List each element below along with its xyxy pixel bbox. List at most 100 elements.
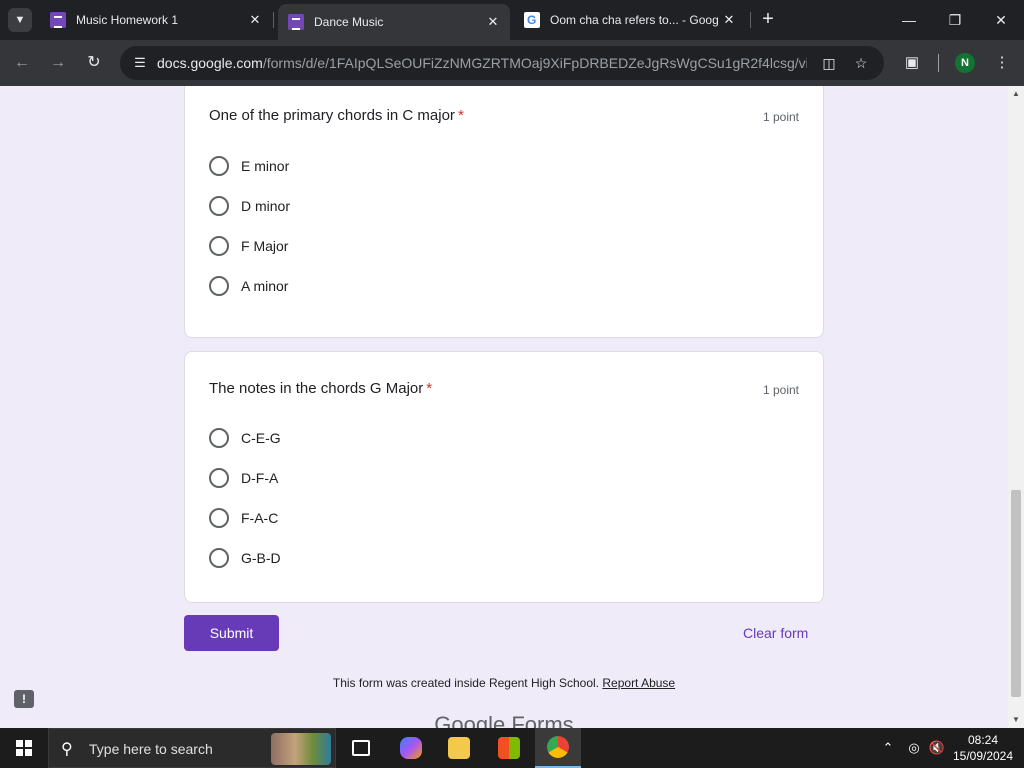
file-explorer-button[interactable] <box>436 728 482 768</box>
taskbar-search-box[interactable]: ⚲ Type here to search <box>48 728 336 768</box>
radio-button[interactable] <box>209 508 229 528</box>
scroll-down-arrow-icon[interactable]: ▼ <box>1008 712 1024 728</box>
required-asterisk: * <box>426 380 433 397</box>
extensions-puzzle-icon[interactable]: ▣ <box>901 52 923 74</box>
close-icon[interactable]: ✕ <box>484 14 502 30</box>
tab-music-homework[interactable]: Music Homework 1 ✕ <box>40 6 272 34</box>
tab-title: Oom cha cha refers to... - Goog <box>550 13 719 27</box>
radio-button[interactable] <box>209 276 229 296</box>
option-g-b-d[interactable]: G-B-D <box>209 546 281 570</box>
option-label: E minor <box>241 158 290 174</box>
question-text: The notes in the chords G Major <box>209 380 424 397</box>
windows-taskbar: ⚲ Type here to search ⌃ ◎ 🔇 08:24 15/09/… <box>0 728 1024 768</box>
start-button[interactable] <box>0 728 48 768</box>
option-label: G-B-D <box>241 550 281 566</box>
option-d-f-a[interactable]: D-F-A <box>209 466 278 490</box>
minimize-icon[interactable]: — <box>886 0 932 40</box>
option-label: F Major <box>241 238 289 254</box>
bookmark-star-icon[interactable]: ☆ <box>850 53 872 73</box>
google-forms-logo: Google Forms <box>434 712 574 728</box>
forward-arrow-icon[interactable]: → <box>46 51 70 75</box>
system-clock[interactable]: 08:24 15/09/2024 <box>948 732 1018 764</box>
window-close-icon[interactable]: ✕ <box>978 0 1024 40</box>
browser-toolbar: ← → ↻ ☰ docs.google.com/forms/d/e/1FAIpQ… <box>0 40 1024 86</box>
tab-oom-cha-cha[interactable]: Oom cha cha refers to... - Goog ✕ <box>514 6 746 34</box>
option-e-minor[interactable]: E minor <box>209 154 289 178</box>
new-tab-plus-icon[interactable]: + <box>758 9 778 29</box>
tray-chevron-up-icon[interactable]: ⌃ <box>878 728 898 768</box>
tab-search-chevron-icon[interactable]: ▼ <box>8 8 32 32</box>
close-icon[interactable]: ✕ <box>246 12 264 28</box>
radio-button[interactable] <box>209 156 229 176</box>
radio-button[interactable] <box>209 236 229 256</box>
tab-title: Music Homework 1 <box>76 13 179 27</box>
clock-time: 08:24 <box>967 733 999 747</box>
search-icon: ⚲ <box>61 741 73 758</box>
question-title: One of the primary chords in C major * <box>209 107 464 124</box>
option-label: F-A-C <box>241 510 279 526</box>
microsoft-store-button[interactable] <box>486 728 532 768</box>
clear-form-button[interactable]: Clear form <box>743 625 808 641</box>
submit-button[interactable]: Submit <box>184 615 279 651</box>
report-abuse-link[interactable]: Report Abuse <box>602 676 675 690</box>
network-icon[interactable]: ◎ <box>903 728 925 768</box>
option-label: D minor <box>241 198 291 214</box>
close-icon[interactable]: ✕ <box>720 12 738 28</box>
profile-avatar[interactable]: N <box>955 53 975 73</box>
tab-dance-music[interactable]: Dance Music ✕ <box>278 4 510 40</box>
question-points: 1 point <box>762 383 799 397</box>
copilot-button[interactable] <box>388 728 434 768</box>
clock-date: 15/09/2024 <box>952 749 1014 763</box>
scroll-up-arrow-icon[interactable]: ▲ <box>1008 86 1024 102</box>
reload-icon[interactable]: ↻ <box>82 51 106 75</box>
task-view-button[interactable] <box>338 728 384 768</box>
windows-logo-icon <box>16 740 32 756</box>
radio-button[interactable] <box>209 468 229 488</box>
address-bar[interactable]: ☰ docs.google.com/forms/d/e/1FAIpQLSeOUF… <box>120 46 884 80</box>
tab-title: Dance Music <box>314 15 384 29</box>
chrome-taskbar-button[interactable] <box>535 728 581 768</box>
option-a-minor[interactable]: A minor <box>209 274 288 298</box>
google-icon <box>524 12 540 28</box>
store-icon <box>498 737 520 759</box>
feedback-icon[interactable]: ! <box>14 690 34 708</box>
page-scrollbar[interactable]: ▲ ▼ <box>1008 86 1024 728</box>
search-highlight-image <box>271 733 331 765</box>
translate-icon[interactable]: ◫ <box>818 53 840 73</box>
option-d-minor[interactable]: D minor <box>209 194 290 218</box>
folder-icon <box>448 737 470 759</box>
scrollbar-thumb[interactable] <box>1011 490 1021 697</box>
option-label: D-F-A <box>241 470 279 486</box>
toolbar-separator <box>938 54 939 72</box>
required-asterisk: * <box>457 107 464 124</box>
restore-icon[interactable]: ❐ <box>932 0 978 40</box>
tab-divider <box>273 12 274 28</box>
question-card-2: The notes in the chords G Major * 1 point… <box>184 351 824 603</box>
forms-icon <box>288 14 304 30</box>
form-page: One of the primary chords in C major * 1 … <box>0 86 1008 728</box>
tab-divider <box>750 12 751 28</box>
url-text[interactable]: docs.google.com/forms/d/e/1FAIpQLSeOUFiZ… <box>157 55 807 71</box>
option-label: A minor <box>241 278 289 294</box>
back-arrow-icon[interactable]: ← <box>10 51 34 75</box>
radio-button[interactable] <box>209 548 229 568</box>
kebab-menu-icon[interactable]: ⋮ <box>991 52 1013 74</box>
forms-icon <box>50 12 66 28</box>
site-info-icon[interactable]: ☰ <box>130 53 150 73</box>
volume-muted-icon[interactable]: 🔇 <box>926 728 948 768</box>
question-card-1: One of the primary chords in C major * 1 … <box>184 86 824 338</box>
radio-button[interactable] <box>209 196 229 216</box>
search-placeholder: Type here to search <box>89 741 213 757</box>
chrome-icon <box>547 736 569 758</box>
footer-text: This form was created inside Regent High… <box>332 676 600 690</box>
task-view-icon <box>352 740 370 756</box>
browser-tab-strip: ▼ Music Homework 1 ✕ Dance Music ✕ Oom c… <box>0 0 1024 40</box>
url-host: docs.google.com <box>157 55 263 71</box>
copilot-icon <box>400 737 422 759</box>
option-f-a-c[interactable]: F-A-C <box>209 506 278 530</box>
radio-button[interactable] <box>209 428 229 448</box>
url-path: /forms/d/e/1FAIpQLSeOUFiZzNMGZRTMOaj9XiF… <box>262 55 807 71</box>
option-f-major[interactable]: F Major <box>209 234 288 258</box>
option-c-e-g[interactable]: C-E-G <box>209 426 281 450</box>
question-points: 1 point <box>762 110 799 124</box>
